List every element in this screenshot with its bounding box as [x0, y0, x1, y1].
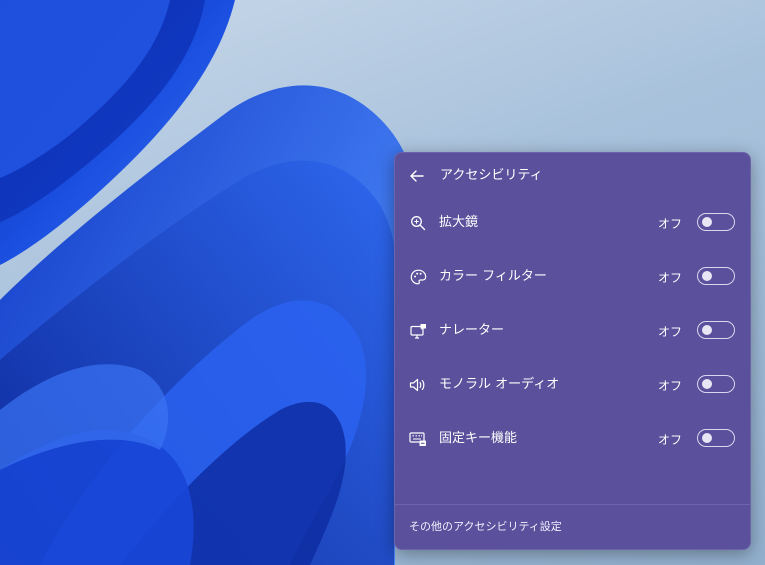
toggle-knob	[702, 217, 712, 227]
setting-label: 拡大鏡	[439, 215, 479, 230]
back-arrow-icon	[410, 170, 424, 182]
setting-state: オフ	[657, 271, 682, 285]
more-accessibility-settings-link[interactable]: その他のアクセシビリティ設定	[409, 520, 562, 534]
mono-audio-toggle[interactable]	[697, 375, 735, 393]
footer-divider	[395, 504, 750, 505]
toggle-knob	[702, 433, 712, 443]
setting-row-mono-audio: モノラル オーディオ オフ	[395, 365, 750, 405]
setting-label: カラー フィルター	[439, 269, 547, 284]
mono-audio-icon	[409, 377, 427, 393]
flyout-title: アクセシビリティ	[440, 168, 543, 183]
setting-label: モノラル オーディオ	[439, 377, 560, 392]
setting-row-narrator: ナレーター オフ	[395, 311, 750, 351]
setting-row-sticky-keys: 固定キー機能 オフ	[395, 419, 750, 459]
back-button[interactable]	[405, 164, 429, 188]
setting-state: オフ	[657, 379, 682, 393]
setting-state: オフ	[657, 325, 682, 339]
color-filters-toggle[interactable]	[697, 267, 735, 285]
sticky-keys-toggle[interactable]	[697, 429, 735, 447]
narrator-icon	[409, 323, 427, 339]
flyout-header: アクセシビリティ	[395, 163, 750, 189]
sticky-keys-icon	[409, 431, 427, 447]
setting-label: 固定キー機能	[439, 431, 518, 446]
magnifier-toggle[interactable]	[697, 213, 735, 231]
toggle-knob	[702, 325, 712, 335]
color-filter-icon	[409, 269, 427, 285]
setting-row-color-filters: カラー フィルター オフ	[395, 257, 750, 297]
setting-state: オフ	[657, 433, 682, 447]
desktop: アクセシビリティ 拡大鏡 オフ カラー フィルター オフ ナレーター オフ モノ…	[0, 0, 765, 565]
toggle-knob	[702, 271, 712, 281]
toggle-knob	[702, 379, 712, 389]
accessibility-flyout: アクセシビリティ 拡大鏡 オフ カラー フィルター オフ ナレーター オフ モノ…	[394, 152, 751, 550]
setting-row-magnifier: 拡大鏡 オフ	[395, 203, 750, 243]
setting-label: ナレーター	[439, 323, 505, 338]
magnifier-icon	[409, 215, 427, 231]
setting-state: オフ	[657, 217, 682, 231]
narrator-toggle[interactable]	[697, 321, 735, 339]
